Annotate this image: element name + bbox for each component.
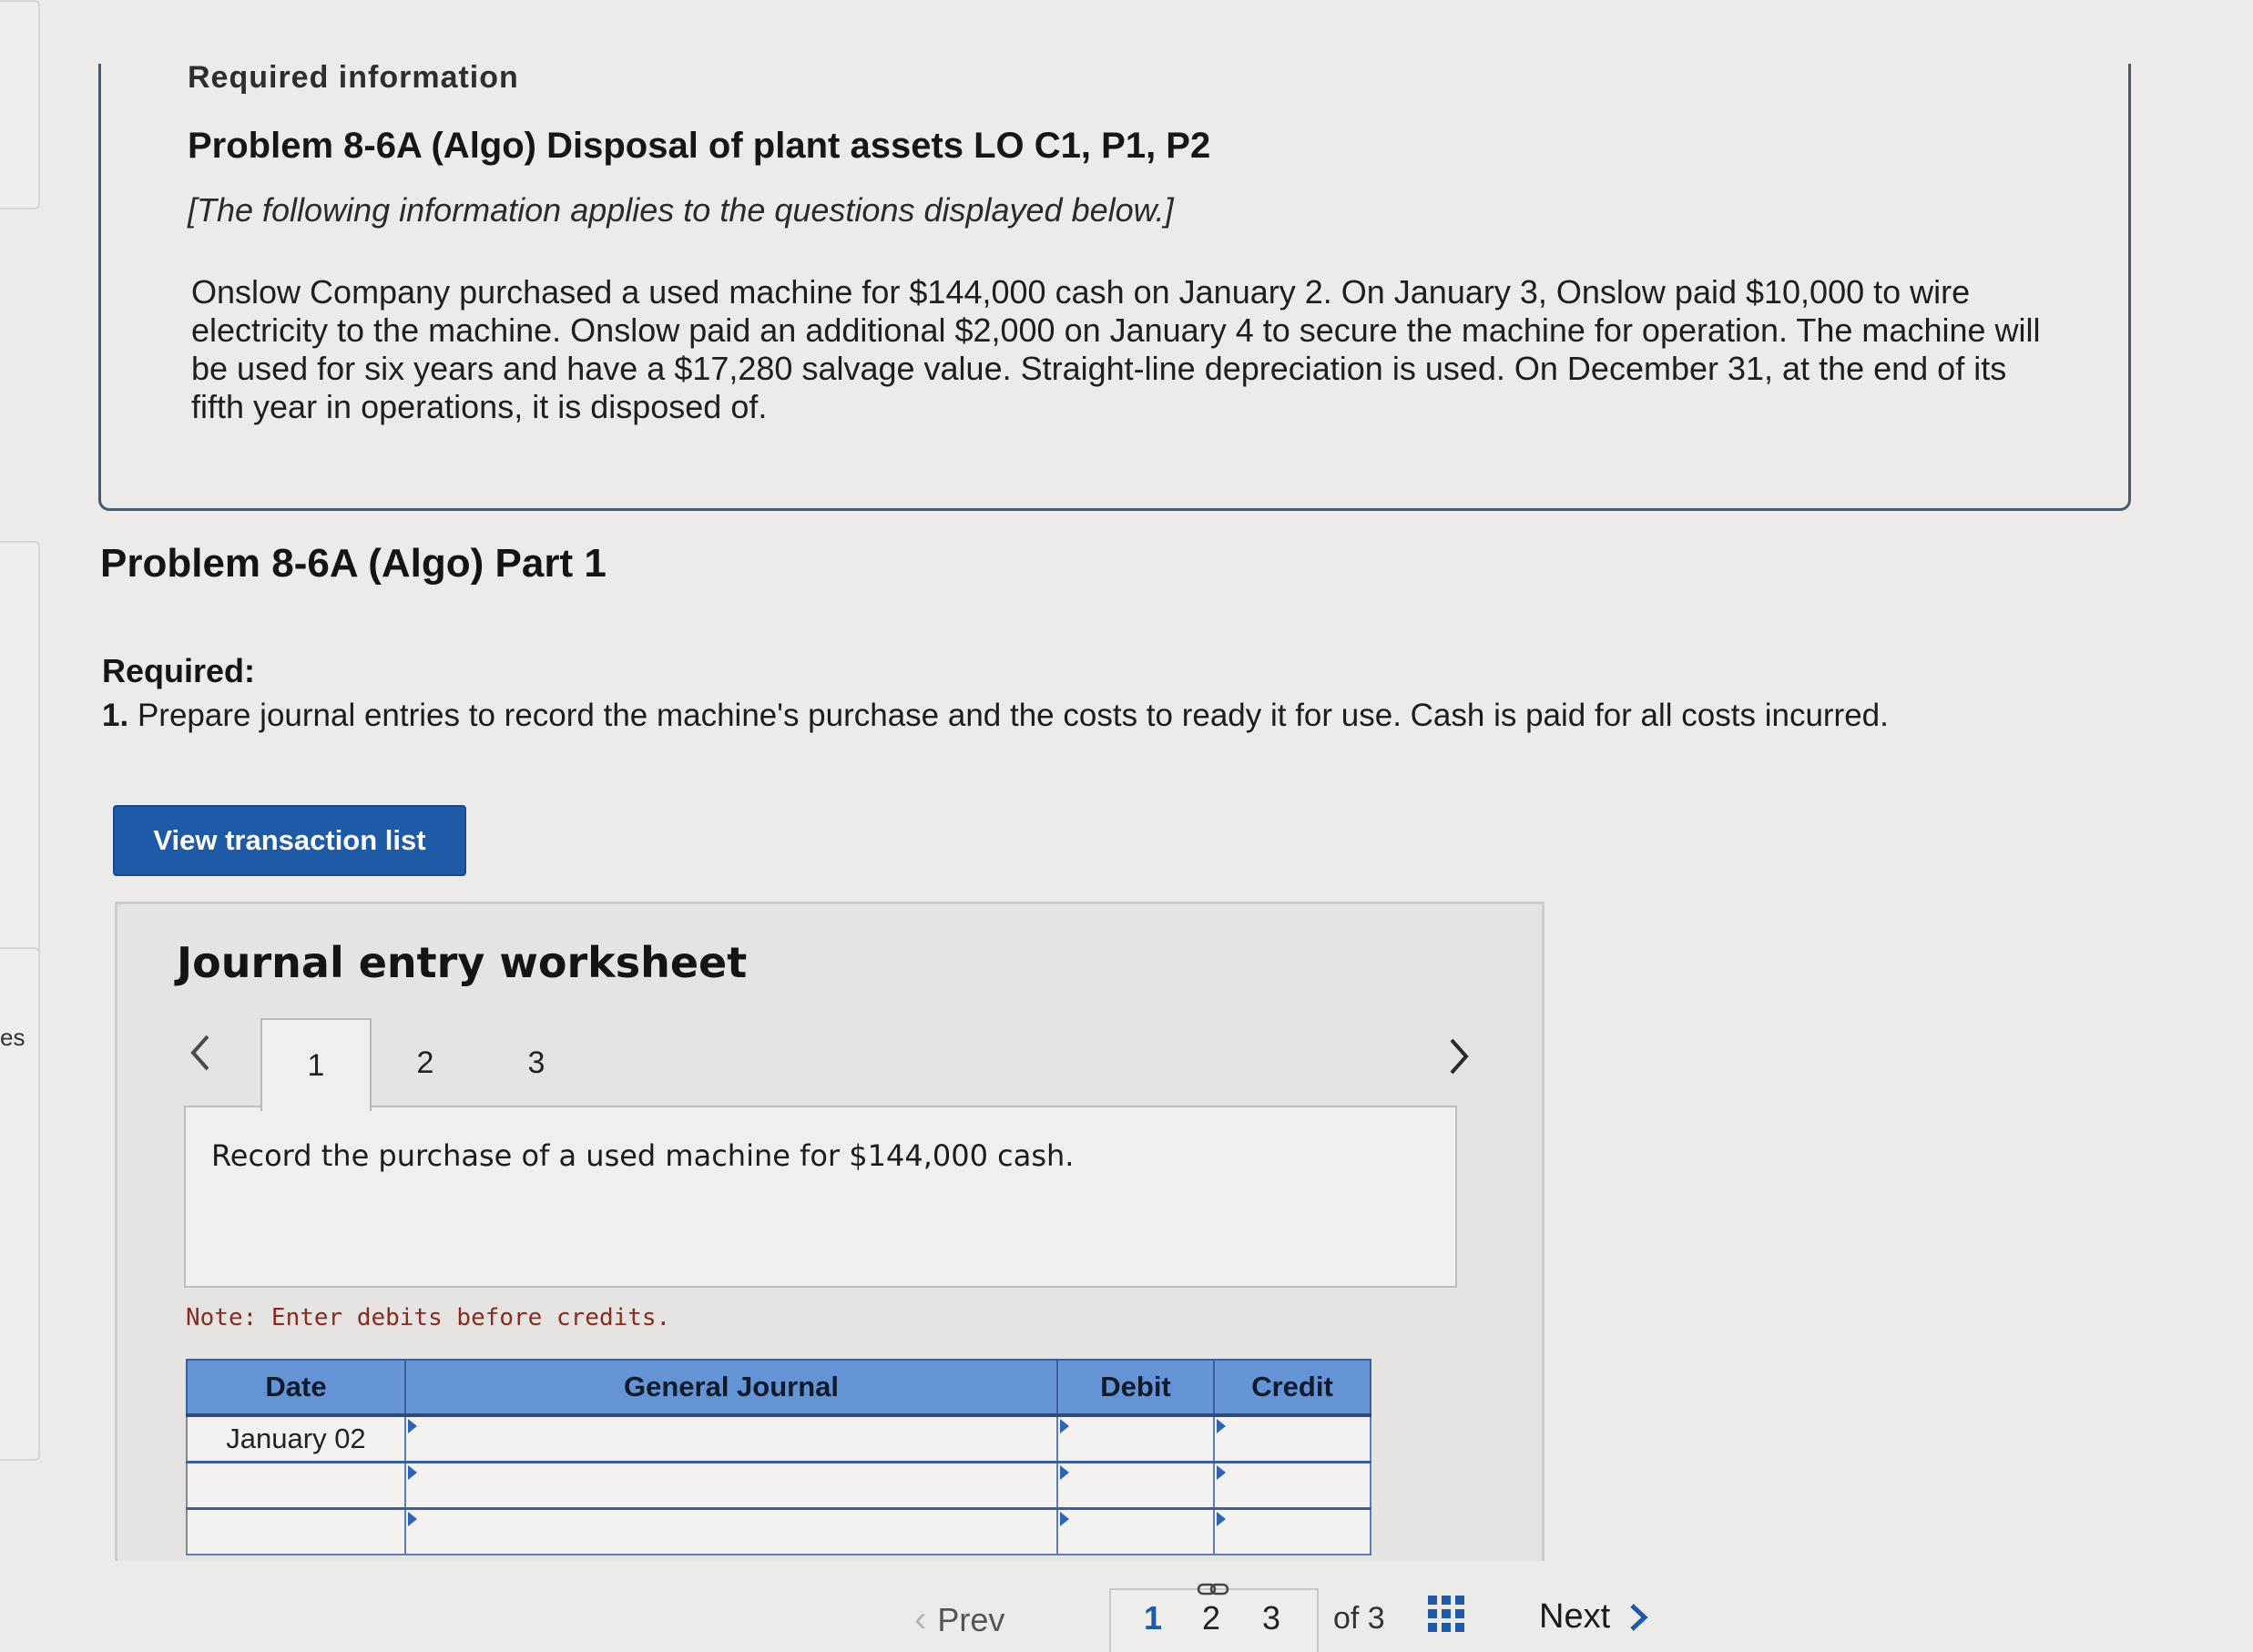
worksheet-title: Journal entry worksheet (177, 938, 748, 987)
intro-text: [The following information applies to th… (188, 191, 1174, 229)
dropdown-marker-icon (408, 1419, 417, 1433)
page-2-button[interactable]: 2 (1202, 1599, 1220, 1637)
required-instruction-text: Prepare journal entries to record the ma… (137, 698, 1889, 733)
tab-entry-1[interactable]: 1 (260, 1018, 372, 1111)
debit-input[interactable] (1056, 1413, 1215, 1463)
tab-entry-3[interactable]: 3 (483, 1018, 590, 1107)
credit-input[interactable] (1213, 1413, 1371, 1463)
previous-entry-arrow-icon[interactable] (182, 1027, 219, 1078)
part-title: Problem 8-6A (Algo) Part 1 (100, 541, 607, 586)
side-tab-middle (0, 541, 40, 994)
next-entry-arrow-icon[interactable] (1441, 1031, 1477, 1082)
scenario-text: Onslow Company purchased a used machine … (191, 273, 2041, 425)
entry-prompt-box (184, 1106, 1457, 1288)
chevron-left-icon: ‹ (914, 1599, 927, 1639)
next-button[interactable]: Next (1539, 1597, 1650, 1637)
credit-input[interactable] (1213, 1507, 1371, 1555)
view-transaction-list-button[interactable]: View transaction list (113, 805, 466, 876)
next-label: Next (1539, 1597, 1611, 1636)
date-cell (186, 1507, 406, 1555)
journal-table: Date General Journal Debit Credit Januar… (186, 1359, 1371, 1555)
table-row: January 02 (186, 1413, 1371, 1463)
input-marker-icon (1217, 1419, 1226, 1433)
column-header-debit: Debit (1056, 1359, 1215, 1417)
account-input[interactable] (404, 1461, 1058, 1510)
problem-title: Problem 8-6A (Algo) Disposal of plant as… (188, 126, 1211, 166)
input-marker-icon (1060, 1419, 1069, 1433)
column-header-general-journal: General Journal (404, 1359, 1058, 1417)
required-information-label: Required information (188, 60, 519, 95)
input-marker-icon (1217, 1465, 1226, 1480)
debit-input[interactable] (1056, 1507, 1215, 1555)
prev-button[interactable]: ‹ Prev (914, 1599, 1004, 1640)
side-tab-top (0, 0, 40, 209)
date-cell (186, 1461, 406, 1510)
tab-entry-2[interactable]: 2 (372, 1018, 479, 1107)
page-3-button[interactable]: 3 (1262, 1599, 1280, 1637)
column-header-date: Date (186, 1359, 406, 1417)
date-cell: January 02 (186, 1413, 406, 1463)
link-icon (1197, 1583, 1229, 1596)
column-header-credit: Credit (1213, 1359, 1371, 1417)
chevron-right-icon (1630, 1603, 1648, 1631)
input-marker-icon (1217, 1512, 1226, 1526)
input-marker-icon (1060, 1512, 1069, 1526)
debit-input[interactable] (1056, 1461, 1215, 1510)
debits-credits-note: Note: Enter debits before credits. (186, 1304, 671, 1331)
credit-input[interactable] (1213, 1461, 1371, 1510)
required-label: Required: (102, 652, 256, 689)
side-partial-text: es (0, 1024, 25, 1051)
grid-icon[interactable] (1428, 1596, 1464, 1632)
input-marker-icon (1060, 1465, 1069, 1480)
entry-prompt-text: Record the purchase of a used machine fo… (211, 1138, 1075, 1173)
account-input[interactable] (404, 1507, 1058, 1555)
account-input[interactable] (404, 1413, 1058, 1463)
page-1-button[interactable]: 1 (1144, 1599, 1162, 1637)
required-number: 1. (102, 698, 129, 733)
table-row (186, 1507, 1371, 1555)
page-total: of 3 (1333, 1601, 1385, 1636)
dropdown-marker-icon (408, 1465, 417, 1480)
table-row (186, 1461, 1371, 1510)
dropdown-marker-icon (408, 1512, 417, 1526)
required-instruction: 1. Prepare journal entries to record the… (102, 698, 1889, 734)
prev-label: Prev (937, 1600, 1005, 1638)
